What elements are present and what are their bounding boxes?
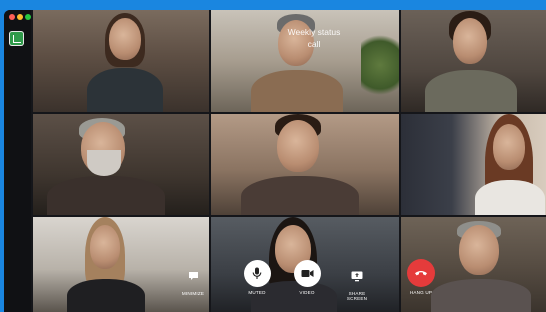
app-icon[interactable] <box>9 31 24 46</box>
participant-tile[interactable] <box>33 10 209 112</box>
share-screen-icon <box>345 264 369 288</box>
video-call-window: Weekly status call MINIMIZE MUTED VIDEO … <box>4 10 546 312</box>
microphone-icon <box>243 260 271 287</box>
meeting-title: Weekly status call <box>287 27 341 49</box>
phone-hang-up-icon <box>407 259 435 287</box>
hang-up-label: HANG UP <box>409 290 433 295</box>
mute-label: MUTED <box>248 290 266 295</box>
video-camera-icon <box>293 260 321 287</box>
video-label: VIDEO <box>299 290 315 295</box>
chat-bubble-icon <box>181 264 205 288</box>
minimize-label: MINIMIZE <box>181 291 205 296</box>
video-button[interactable]: VIDEO <box>288 260 326 295</box>
zoom-window-button[interactable] <box>25 14 31 20</box>
close-window-button[interactable] <box>9 14 15 20</box>
share-screen-label: SHARE SCREEN <box>346 291 368 301</box>
participant-tile[interactable] <box>401 114 546 215</box>
participant-tile[interactable] <box>401 10 546 112</box>
mute-button[interactable]: MUTED <box>238 260 276 295</box>
window-sidebar <box>4 10 31 312</box>
participant-tile[interactable] <box>211 114 399 215</box>
minimize-window-button[interactable] <box>17 14 23 20</box>
participant-tile[interactable] <box>33 114 209 215</box>
share-screen-button[interactable]: SHARE SCREEN <box>338 264 376 301</box>
minimize-call-button[interactable]: MINIMIZE <box>174 264 212 296</box>
hang-up-button[interactable]: HANG UP <box>402 259 440 295</box>
